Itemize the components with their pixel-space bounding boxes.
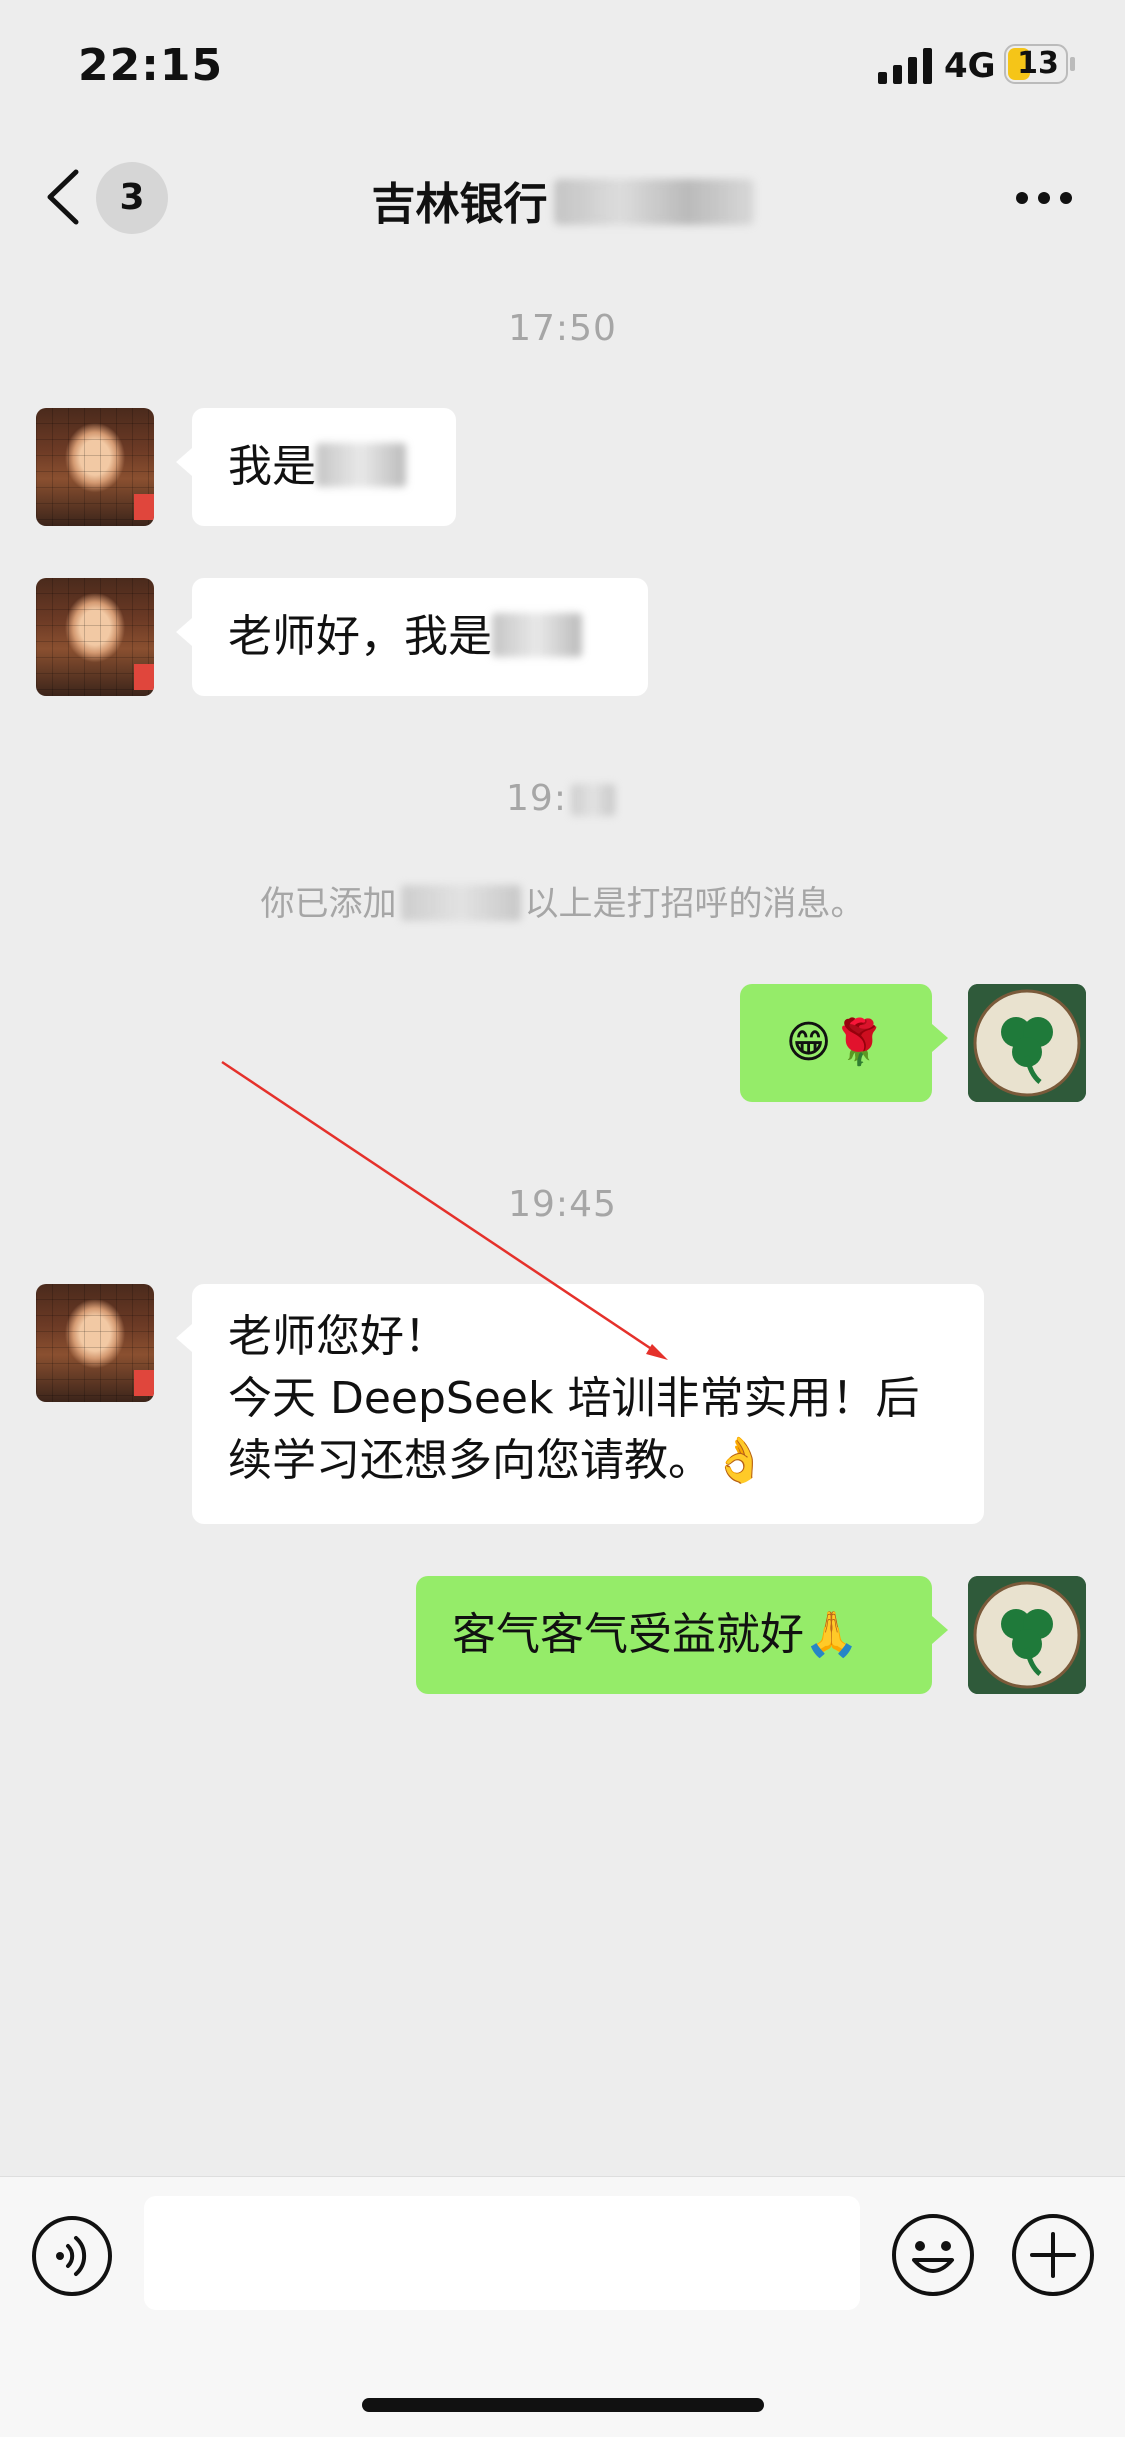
- message-line: 续学习还想多向您请教。👌: [228, 1435, 767, 1486]
- avatar-self[interactable]: [968, 1576, 1086, 1694]
- plus-icon[interactable]: [1010, 2212, 1096, 2298]
- avatar[interactable]: [36, 578, 154, 696]
- redacted-text: [570, 784, 615, 816]
- battery-icon: 13: [1004, 44, 1076, 84]
- message-line: 今天 DeepSeek 培训非常实用！后: [228, 1373, 920, 1424]
- time-text: 19:: [506, 778, 567, 819]
- redacted-name: [316, 443, 406, 487]
- emoji-icon[interactable]: [890, 2212, 976, 2298]
- message-text: 我是: [228, 441, 316, 492]
- home-indicator: [362, 2398, 764, 2412]
- message-bubble[interactable]: 老师您好！ 今天 DeepSeek 培训非常实用！后 续学习还想多向您请教。👌: [176, 1284, 984, 1524]
- system-notice-text: 以上是打招呼的消息。: [524, 884, 865, 924]
- network-type: 4G: [944, 46, 996, 86]
- avatar[interactable]: [36, 408, 154, 526]
- message-text: 客气客气受益就好🙏: [452, 1609, 859, 1660]
- chat-title: 吉林银行: [0, 168, 1125, 232]
- system-notice: 你已添加 以上是打招呼的消息。: [0, 876, 1125, 925]
- message-bubble[interactable]: 😁🌹: [740, 984, 948, 1102]
- message-text: 老师好，我是: [228, 611, 492, 662]
- redacted-name: [553, 179, 754, 225]
- system-notice-text: 你已添加: [260, 884, 397, 924]
- redacted-name: [492, 613, 582, 657]
- message-bubble[interactable]: 客气客气受益就好🙏: [416, 1576, 948, 1694]
- message-line: 老师您好！: [228, 1311, 448, 1362]
- message-bubble[interactable]: 老师好，我是: [176, 578, 648, 696]
- battery-level: 13: [1017, 46, 1059, 81]
- message-text: 😁🌹: [785, 1017, 887, 1068]
- time-separator: 19:: [0, 778, 1125, 819]
- status-time: 22:15: [78, 40, 224, 91]
- more-dots-icon[interactable]: [1014, 190, 1074, 206]
- message-bubble[interactable]: 我是: [176, 408, 456, 526]
- voice-icon[interactable]: [30, 2214, 114, 2298]
- redacted-name: [400, 885, 521, 921]
- avatar[interactable]: [36, 1284, 154, 1402]
- chat-title-text: 吉林银行: [371, 179, 548, 230]
- avatar-self[interactable]: [968, 984, 1086, 1102]
- cellular-signal-icon: [878, 48, 932, 84]
- message-input[interactable]: [144, 2196, 860, 2310]
- time-separator: 19:45: [508, 1184, 617, 1225]
- time-separator: 17:50: [508, 308, 617, 349]
